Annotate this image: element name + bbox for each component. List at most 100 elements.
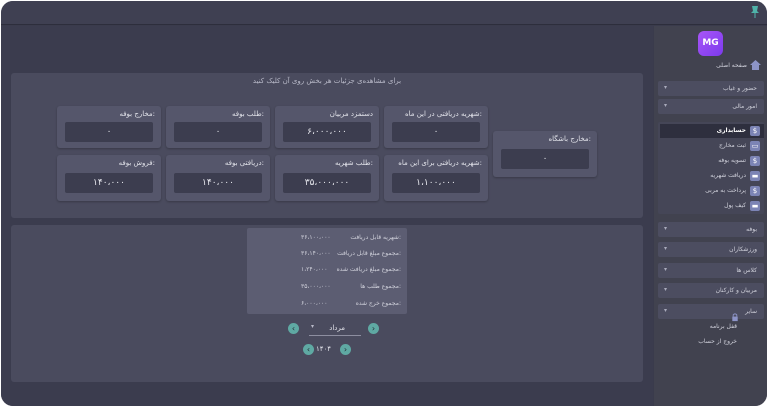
app-logo: MG bbox=[698, 31, 723, 56]
summary-panel: شهریه قابل دریافت: ۳۶،۱۰۰،۰۰۰ مجموع مبلغ… bbox=[11, 225, 643, 382]
card-gym-expenses[interactable]: مخارج باشگاه: ۰ bbox=[493, 131, 597, 177]
sidebar-item-classes[interactable]: ▾ کلاس ها bbox=[658, 263, 764, 278]
card-label: شهریه دریافتی در این ماه: bbox=[404, 110, 482, 118]
card-label: شهریه دریافتی برای این ماه: bbox=[398, 159, 482, 167]
submenu-buffet-settlement[interactable]: تسویه بوفه $ bbox=[660, 154, 764, 168]
summary-value: ۳۶،۱۴۰،۰۰۰ bbox=[301, 250, 331, 257]
chevron-down-icon: ▾ bbox=[311, 323, 315, 330]
home-icon bbox=[750, 60, 761, 70]
year-prev-icon[interactable]: ‹ bbox=[303, 344, 314, 355]
chevron-down-icon: ▾ bbox=[664, 266, 668, 273]
main-content: برای مشاهده‌ی جزئیات هر بخش روی آن کلیک … bbox=[1, 26, 653, 406]
dollar-icon: $ bbox=[750, 156, 760, 166]
card-value: ۶،۰۰۰،۰۰۰ bbox=[283, 122, 371, 142]
card-buffet-sales[interactable]: فروش بوفه: ۱۴۰،۰۰۰ bbox=[57, 155, 161, 201]
lock-icon bbox=[732, 313, 738, 322]
card-label: مخارج باشگاه: bbox=[548, 135, 592, 143]
summary-value: ۳۶،۱۰۰،۰۰۰ bbox=[301, 234, 331, 241]
card-value: ۰ bbox=[65, 122, 153, 142]
card-value: ۱۴۰،۰۰۰ bbox=[174, 173, 262, 193]
card-value: ۱۴۰،۰۰۰ bbox=[65, 173, 153, 193]
chevron-down-icon: ▾ bbox=[664, 84, 668, 91]
month-value: مرداد bbox=[329, 324, 345, 332]
hint-text: برای مشاهده‌ی جزئیات هر بخش روی آن کلیک … bbox=[252, 77, 402, 85]
submenu-label: دریافت شهریه bbox=[710, 172, 746, 179]
card-tuition-this-month[interactable]: شهریه دریافتی در این ماه: ۰ bbox=[384, 106, 488, 148]
card-value: ۰ bbox=[501, 149, 589, 169]
sidebar-item-label: کلاس ها bbox=[736, 267, 757, 274]
summary-value: ۳۵،۰۰۰،۰۰۰ bbox=[301, 283, 331, 290]
summary-value: ۶،۰۰۰،۰۰۰ bbox=[301, 300, 328, 307]
submenu-receive-tuition[interactable]: دریافت شهریه ▬ bbox=[660, 169, 764, 183]
submenu-label: تسویه بوفه bbox=[718, 157, 746, 164]
chevron-down-icon: ▾ bbox=[664, 286, 668, 293]
summary-box: شهریه قابل دریافت: ۳۶،۱۰۰،۰۰۰ مجموع مبلغ… bbox=[247, 228, 407, 314]
sidebar-item-trainers[interactable]: ▾ مربیان و کارکنان bbox=[658, 283, 764, 298]
sidebar-item-label: بوفه bbox=[746, 226, 757, 233]
sidebar-item-finance[interactable]: ▾ امور مالی bbox=[658, 99, 764, 114]
summary-key: شهریه قابل دریافت: bbox=[350, 234, 401, 241]
card-value: ۰ bbox=[392, 122, 480, 142]
year-value: ۱۴۰۴ bbox=[316, 345, 332, 353]
submenu-label: حسابداری bbox=[716, 127, 746, 134]
card-buffet-received[interactable]: دریافتی بوفه: ۱۴۰،۰۰۰ bbox=[166, 155, 270, 201]
card-icon: ▬ bbox=[750, 171, 760, 181]
year-next-icon[interactable]: › bbox=[340, 344, 351, 355]
card-label: مخارج بوفه: bbox=[119, 110, 155, 118]
summary-key: مجموع خرج شده: bbox=[355, 300, 401, 307]
submenu-label: کیف پول bbox=[724, 202, 746, 209]
summary-row: مجموع مبلغ دریافت شده: ۱،۲۴۰،۰۰۰ bbox=[247, 262, 407, 278]
finance-submenu: حسابداری $ ثبت مخارج ▭ تسویه بوفه $ دریا… bbox=[658, 122, 764, 214]
month-select[interactable]: مرداد ▾ bbox=[309, 322, 361, 336]
receipt-icon: ▭ bbox=[750, 141, 760, 151]
app-window: برای مشاهده‌ی جزئیات هر بخش روی آن کلیک … bbox=[1, 1, 767, 406]
card-label: دستمزد مربیان bbox=[329, 110, 373, 118]
logout-label: خروج از حساب bbox=[698, 338, 737, 345]
summary-key: مجموع مبلغ دریافت شده: bbox=[336, 266, 401, 273]
summary-row: مجموع مبلغ قابل دریافت: ۳۶،۱۴۰،۰۰۰ bbox=[247, 246, 407, 262]
card-tuition-debt[interactable]: طلب شهریه: ۳۵،۰۰۰،۰۰۰ bbox=[275, 155, 379, 201]
card-label: طلب شهریه: bbox=[334, 159, 373, 167]
chevron-down-icon: ▾ bbox=[664, 307, 668, 314]
summary-key: مجموع مبلغ قابل دریافت: bbox=[337, 250, 401, 257]
card-label: فروش بوفه: bbox=[118, 159, 155, 167]
summary-value: ۱،۲۴۰،۰۰۰ bbox=[301, 266, 328, 273]
sidebar-item-attendance[interactable]: ▾ حضور و غیاب bbox=[658, 81, 764, 96]
title-bar bbox=[1, 1, 767, 25]
card-trainer-wages[interactable]: دستمزد مربیان ۶،۰۰۰،۰۰۰ bbox=[275, 106, 379, 148]
card-buffet-debt[interactable]: طلب بوفه: ۰ bbox=[166, 106, 270, 148]
sidebar-item-label: مربیان و کارکنان bbox=[715, 287, 757, 294]
month-next-icon[interactable]: › bbox=[368, 323, 379, 334]
submenu-accounting[interactable]: حسابداری $ bbox=[660, 124, 764, 138]
chevron-down-icon: ▾ bbox=[664, 102, 668, 109]
pin-icon[interactable] bbox=[749, 5, 761, 19]
sidebar-item-label: امور مالی bbox=[732, 103, 757, 110]
sidebar-item-label: ورزشکاران bbox=[729, 246, 757, 253]
submenu-pay-trainer[interactable]: پرداخت به مربی $ bbox=[660, 184, 764, 198]
submenu-wallet[interactable]: کیف پول ▬ bbox=[660, 199, 764, 213]
sidebar: MG صفحه اصلی ▾ حضور و غیاب ▾ امور مالی ح… bbox=[654, 26, 767, 406]
sidebar-item-label: حضور و غیاب bbox=[722, 85, 757, 92]
card-label: دریافتی بوفه: bbox=[224, 159, 264, 167]
wallet-icon: ▬ bbox=[750, 201, 760, 211]
month-prev-icon[interactable]: ‹ bbox=[288, 323, 299, 334]
home-label: صفحه اصلی bbox=[716, 62, 747, 69]
dollar-icon: $ bbox=[750, 186, 760, 196]
card-value: ۰ bbox=[174, 122, 262, 142]
dollar-icon: $ bbox=[750, 126, 760, 136]
sidebar-item-other[interactable]: ▾ سایر bbox=[658, 304, 764, 319]
chevron-down-icon: ▾ bbox=[664, 245, 668, 252]
submenu-label: ثبت مخارج bbox=[719, 142, 746, 149]
card-tuition-for-month[interactable]: شهریه دریافتی برای این ماه: ۱،۱۰۰،۰۰۰ bbox=[384, 155, 488, 201]
summary-key: مجموع طلب ها: bbox=[360, 283, 401, 290]
sidebar-item-buffet[interactable]: ▾ بوفه bbox=[658, 222, 764, 237]
summary-row: مجموع خرج شده: ۶،۰۰۰،۰۰۰ bbox=[247, 296, 407, 312]
sidebar-item-label: سایر bbox=[745, 308, 757, 315]
card-buffet-expenses[interactable]: مخارج بوفه: ۰ bbox=[57, 106, 161, 148]
summary-row: مجموع طلب ها: ۳۵،۰۰۰،۰۰۰ bbox=[247, 279, 407, 295]
card-value: ۳۵،۰۰۰،۰۰۰ bbox=[283, 173, 371, 193]
sidebar-item-athletes[interactable]: ▾ ورزشکاران bbox=[658, 242, 764, 257]
summary-row: شهریه قابل دریافت: ۳۶،۱۰۰،۰۰۰ bbox=[247, 230, 407, 246]
submenu-record-expenses[interactable]: ثبت مخارج ▭ bbox=[660, 139, 764, 153]
chevron-down-icon: ▾ bbox=[664, 225, 668, 232]
